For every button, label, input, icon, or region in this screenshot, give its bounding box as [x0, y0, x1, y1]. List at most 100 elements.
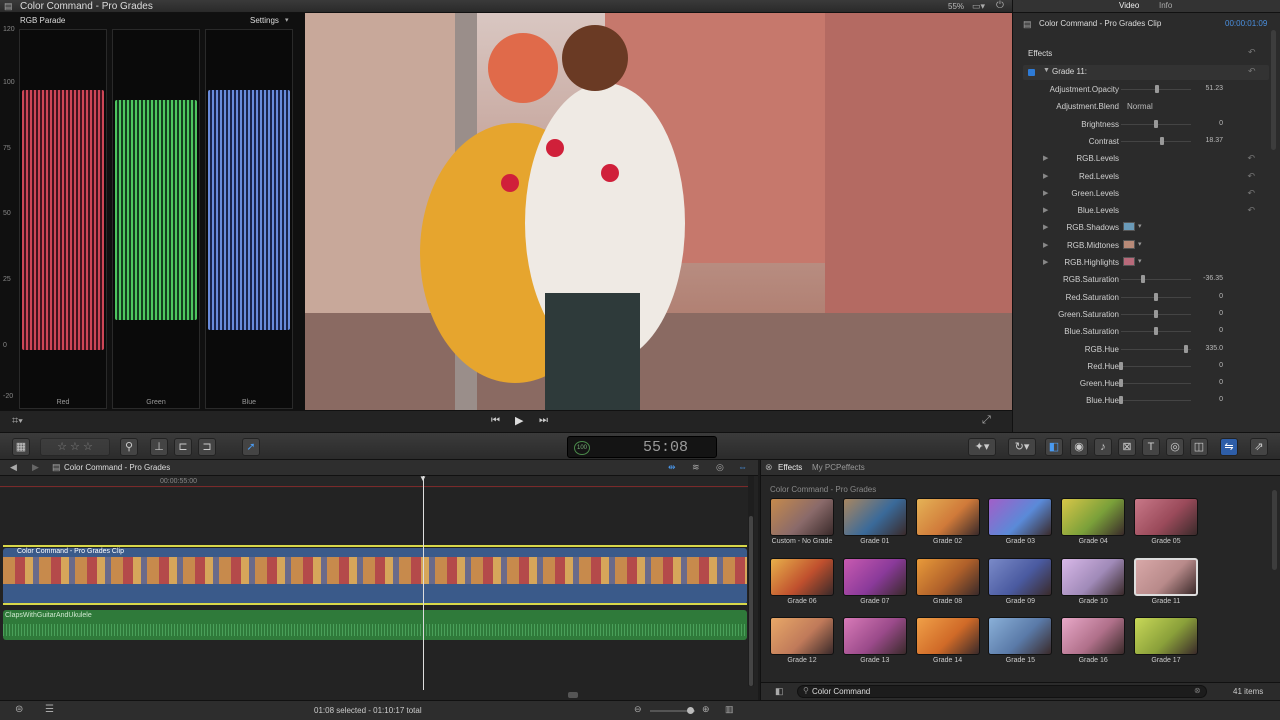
- param-row[interactable]: ▶ RGB.Levels ↶: [1013, 150, 1271, 167]
- param-row[interactable]: Contrast 18.37: [1013, 133, 1271, 150]
- titles-browser-icon[interactable]: T: [1142, 438, 1160, 456]
- enhance-icon[interactable]: ✦▾: [968, 438, 996, 456]
- effect-thumbnail[interactable]: [988, 617, 1053, 655]
- param-row[interactable]: ▶ Blue.Levels ↶: [1013, 202, 1271, 219]
- param-slider[interactable]: [1121, 279, 1191, 281]
- slider-knob[interactable]: [1154, 327, 1158, 336]
- audio-clip[interactable]: ClapsWithGuitarAndUkulele: [3, 610, 747, 640]
- param-row[interactable]: ▶ Red.Levels ↶: [1013, 168, 1271, 185]
- disclosure-triangle-icon[interactable]: ▶: [1043, 223, 1048, 231]
- sidebar-toggle-icon[interactable]: ◧: [775, 686, 784, 697]
- timeline-scrollbar[interactable]: [748, 476, 754, 686]
- slider-knob[interactable]: [1159, 136, 1164, 145]
- back-icon[interactable]: ◀: [10, 462, 17, 473]
- slider-knob[interactable]: [1154, 85, 1159, 93]
- effect-thumbnail[interactable]: [1061, 557, 1126, 596]
- effect-thumbnail[interactable]: [988, 557, 1053, 596]
- effect-thumbnail[interactable]: [770, 557, 834, 596]
- effect-enable-checkbox[interactable]: [1028, 69, 1035, 76]
- retime-icon[interactable]: ↻▾: [1008, 438, 1036, 456]
- playhead[interactable]: [423, 476, 424, 690]
- photo-browser-icon[interactable]: ◉: [1070, 438, 1088, 456]
- param-value[interactable]: 0: [1219, 310, 1223, 317]
- param-value[interactable]: 0: [1219, 120, 1223, 127]
- chevron-down-icon[interactable]: ▾: [1138, 257, 1142, 265]
- param-value[interactable]: 0: [1219, 379, 1223, 386]
- scope-type[interactable]: RGB Parade: [20, 16, 65, 25]
- effect-thumbnail[interactable]: [1061, 498, 1126, 536]
- param-slider[interactable]: [1121, 140, 1191, 142]
- chevron-down-icon[interactable]: ▾: [1138, 222, 1142, 230]
- param-row[interactable]: ▶ Green.Levels ↶: [1013, 185, 1271, 202]
- tab-info[interactable]: Info: [1159, 1, 1172, 10]
- close-icon[interactable]: ⊗: [765, 462, 773, 473]
- zoom-slider[interactable]: [650, 707, 695, 714]
- snapping-icon[interactable]: ⇔: [738, 462, 747, 472]
- effect-thumbnail[interactable]: [1061, 617, 1126, 655]
- reset-icon[interactable]: ↶: [1247, 153, 1255, 164]
- param-row[interactable]: Red.Saturation 0: [1013, 289, 1271, 306]
- param-row[interactable]: Brightness 0: [1013, 116, 1271, 133]
- disclosure-triangle-icon[interactable]: ▶: [1043, 172, 1048, 180]
- timeline-ruler[interactable]: 00:00:55:00: [0, 476, 748, 488]
- disclosure-triangle-icon[interactable]: ▼: [1043, 67, 1050, 74]
- effect-thumbnail[interactable]: [842, 617, 907, 655]
- append-clip-icon[interactable]: ⊐: [198, 438, 216, 456]
- skip-forward-icon[interactable]: ⏭: [539, 415, 548, 426]
- zoom-in-icon[interactable]: ⊕: [702, 704, 710, 715]
- param-row[interactable]: Green.Hue 0: [1013, 375, 1271, 392]
- param-row[interactable]: Green.Saturation 0: [1013, 306, 1271, 323]
- slider-knob[interactable]: [1119, 379, 1123, 388]
- dashboard-timecode[interactable]: 100 55:08: [567, 436, 717, 458]
- param-row[interactable]: RGB.Saturation -36.35: [1013, 271, 1271, 288]
- effect-thumbnail[interactable]: [770, 498, 834, 536]
- param-row[interactable]: Red.Hue 0: [1013, 358, 1271, 375]
- effects-tab[interactable]: Effects: [778, 463, 802, 472]
- param-row[interactable]: ▶ RGB.Shadows ▾: [1013, 219, 1271, 236]
- slider-knob[interactable]: [1154, 292, 1158, 301]
- connect-clip-icon[interactable]: ⊥: [150, 438, 168, 456]
- disclosure-triangle-icon[interactable]: ▶: [1043, 189, 1048, 197]
- view-options-icon[interactable]: ▭▾: [972, 1, 985, 12]
- insert-clip-icon[interactable]: ⊏: [174, 438, 192, 456]
- disclosure-triangle-icon[interactable]: ▶: [1043, 241, 1048, 249]
- effects-search-input[interactable]: ⚲ Color Command ⊗: [797, 685, 1207, 698]
- media-browser-icon[interactable]: ◧: [1045, 438, 1063, 456]
- slider-knob[interactable]: [1119, 361, 1123, 370]
- horizontal-scroll-thumb[interactable]: [568, 692, 578, 698]
- color-swatch[interactable]: [1123, 257, 1135, 266]
- transitions-browser-icon[interactable]: ⊠: [1118, 438, 1136, 456]
- music-browser-icon[interactable]: ♪: [1094, 438, 1112, 456]
- generators-browser-icon[interactable]: ◎: [1166, 438, 1184, 456]
- param-value[interactable]: -36.35: [1203, 275, 1223, 282]
- param-row[interactable]: Blue.Saturation 0: [1013, 323, 1271, 340]
- audio-skimming-icon[interactable]: ≋: [692, 462, 700, 473]
- clear-search-icon[interactable]: ⊗: [1194, 686, 1201, 695]
- forward-icon[interactable]: ▶: [32, 462, 39, 473]
- zoom-level[interactable]: 55%: [948, 2, 964, 11]
- switch-icon[interactable]: ⏻: [996, 0, 1004, 11]
- param-value[interactable]: 0: [1219, 293, 1223, 300]
- reset-icon[interactable]: ↶: [1247, 205, 1255, 216]
- keyword-icon[interactable]: ⚲: [120, 438, 138, 456]
- color-swatch[interactable]: [1123, 239, 1135, 249]
- tab-video[interactable]: Video: [1119, 1, 1139, 10]
- effect-thumbnail[interactable]: [1134, 617, 1198, 655]
- grade-effect-row[interactable]: ▼ Grade 11: ↶: [1023, 65, 1269, 80]
- video-viewer[interactable]: [305, 13, 1012, 410]
- play-icon[interactable]: ▶: [515, 414, 523, 427]
- effect-thumbnail[interactable]: [915, 557, 980, 596]
- param-row[interactable]: ▶ RGB.Highlights ▾: [1013, 254, 1271, 271]
- param-value[interactable]: 0: [1219, 362, 1223, 369]
- reset-icon[interactable]: ↶: [1248, 66, 1256, 77]
- disclosure-triangle-icon[interactable]: ▶: [1043, 206, 1048, 214]
- param-value[interactable]: 0: [1219, 327, 1223, 334]
- effect-thumbnail[interactable]: [915, 617, 980, 655]
- param-row[interactable]: Adjustment.Blend Normal: [1013, 98, 1271, 115]
- blend-mode-popup[interactable]: Normal: [1127, 102, 1153, 111]
- chevron-down-icon[interactable]: ▾: [285, 16, 289, 24]
- playhead-marker-icon[interactable]: ▼: [419, 474, 427, 483]
- fullscreen-icon[interactable]: ⤢: [982, 414, 991, 427]
- effect-thumbnail[interactable]: [988, 498, 1053, 536]
- select-tool-icon[interactable]: ➚: [242, 438, 260, 456]
